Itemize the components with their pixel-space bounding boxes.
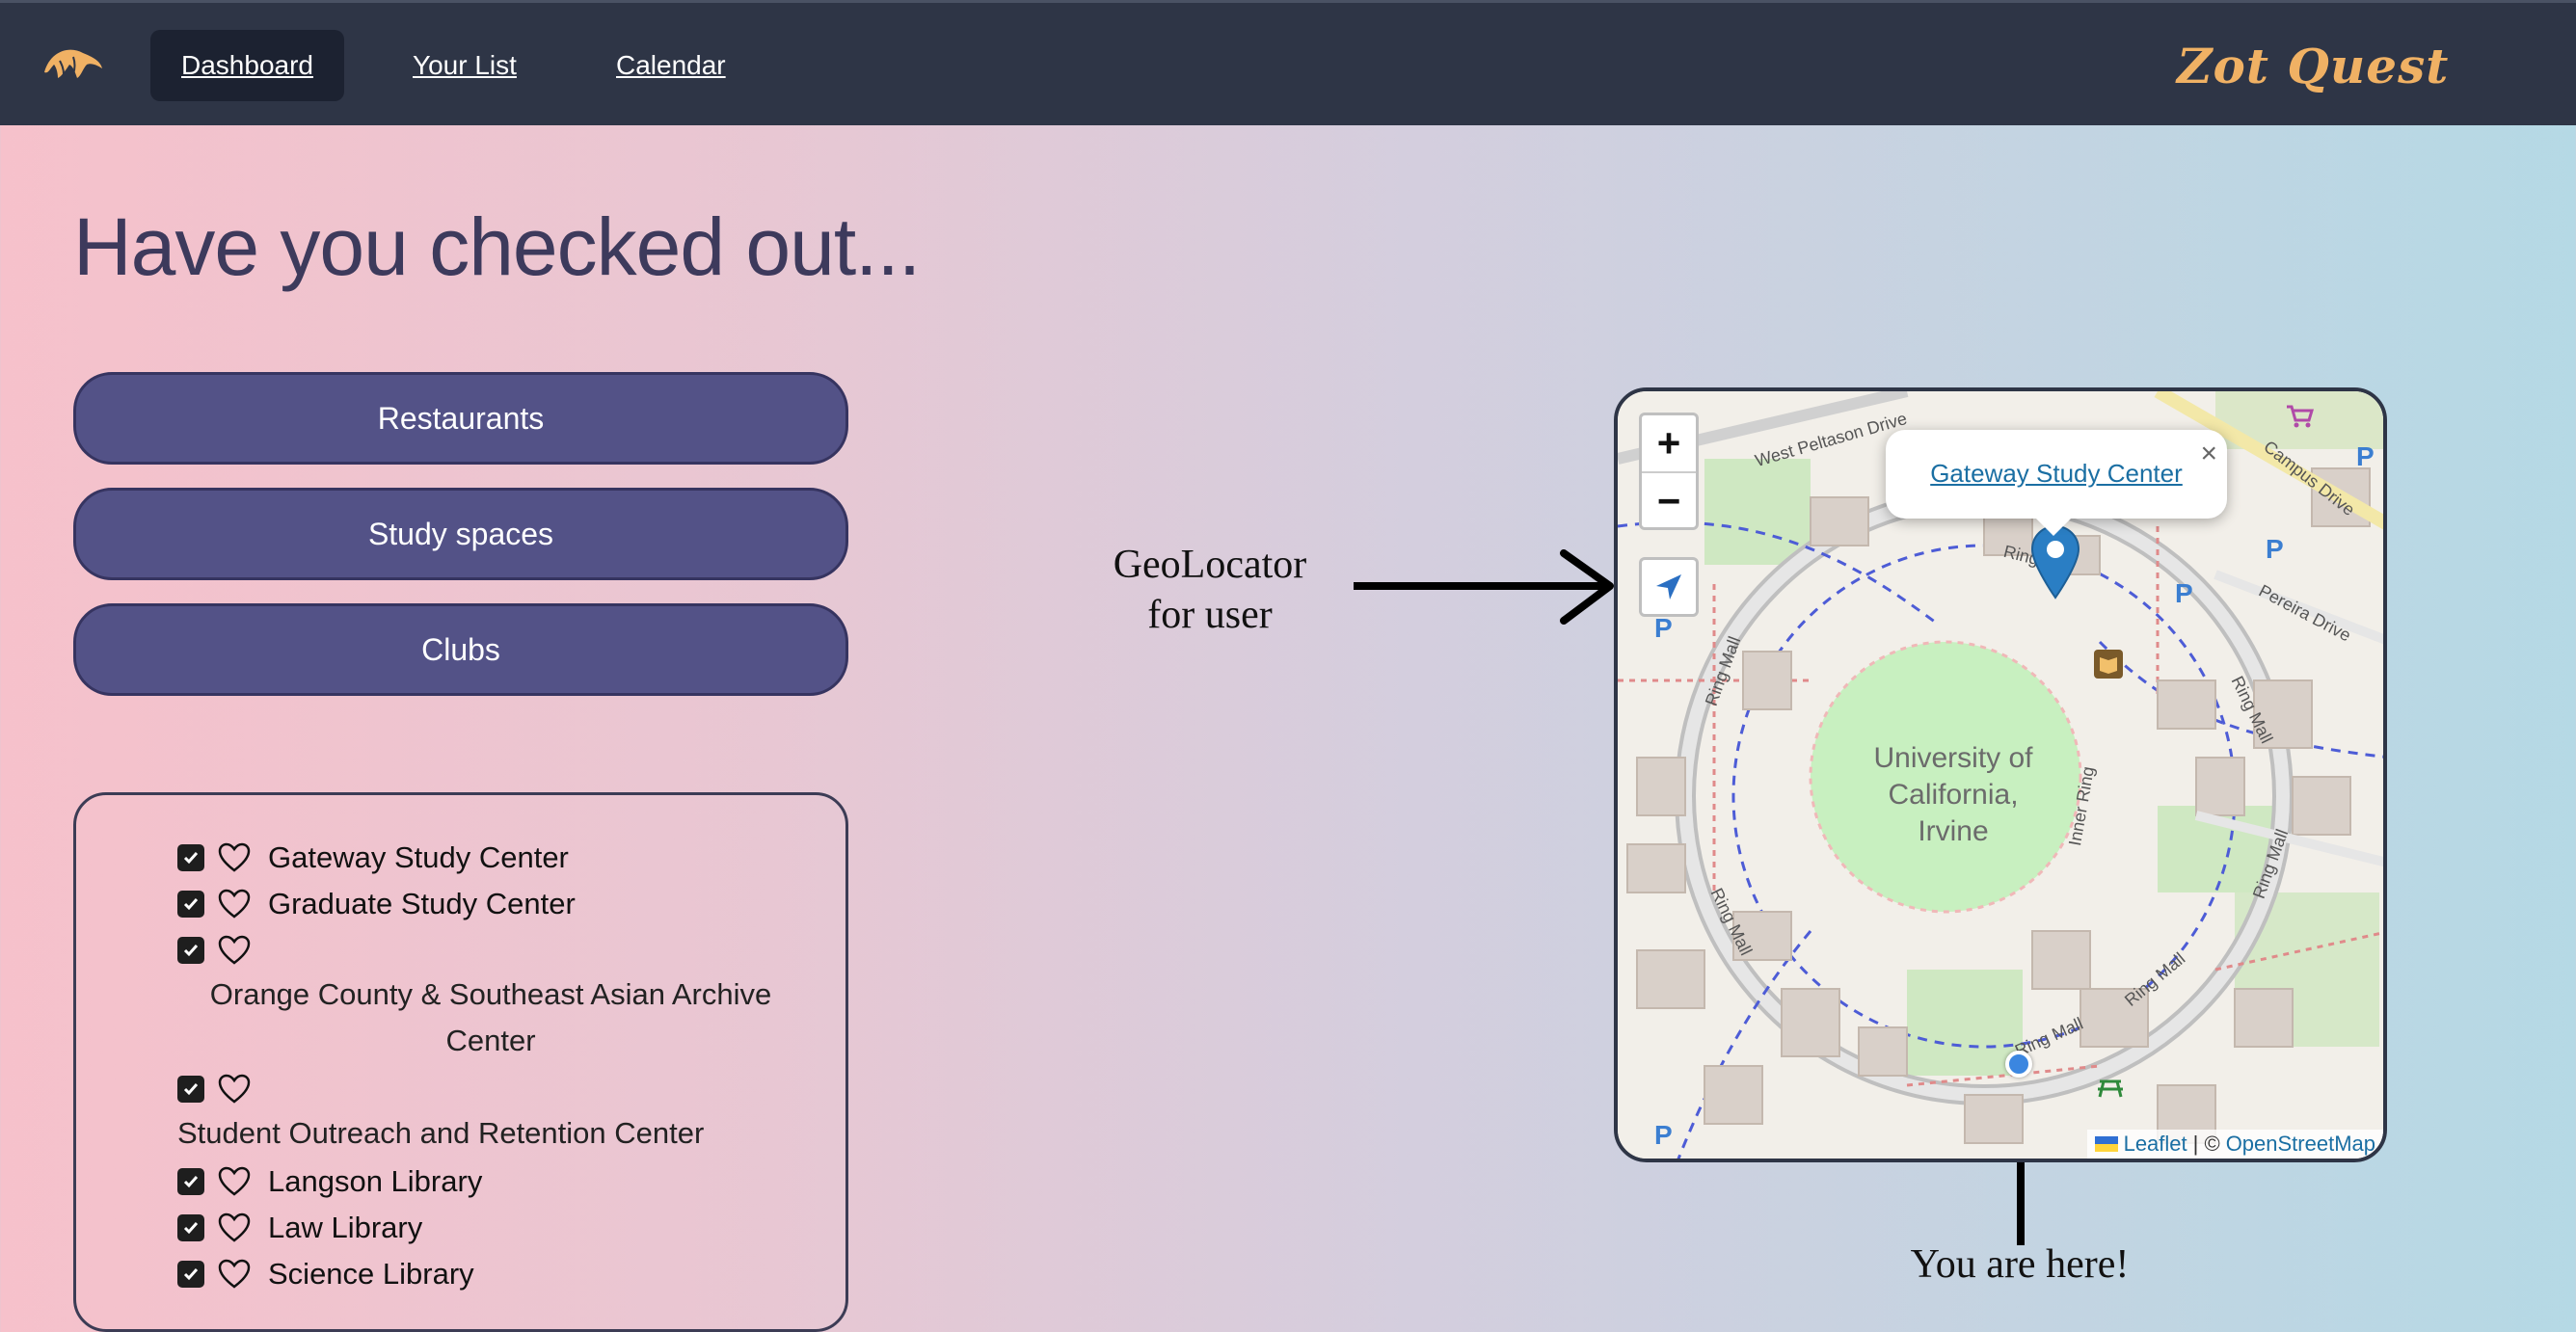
- geolocator-annotation-line2: for user: [1147, 593, 1273, 637]
- heart-icon[interactable]: [218, 1212, 251, 1243]
- list-item: [177, 927, 268, 973]
- list-item: Science Library: [177, 1251, 474, 1297]
- attribution-separator: | ©: [2192, 1132, 2220, 1156]
- checkbox-checked[interactable]: [177, 844, 204, 871]
- geolocate-button[interactable]: [1639, 557, 1699, 617]
- list-item-label-continued: Center: [445, 1024, 536, 1057]
- parking-icon: P: [1654, 613, 1673, 643]
- heart-icon[interactable]: [218, 842, 251, 873]
- zoom-in-button[interactable]: +: [1642, 415, 1696, 473]
- popup-tip: [2032, 515, 2075, 536]
- checkbox-checked[interactable]: [177, 937, 204, 964]
- clubs-button[interactable]: Clubs: [73, 603, 848, 696]
- heart-icon[interactable]: [218, 1074, 251, 1105]
- nav-your-list-link[interactable]: Your List: [382, 30, 548, 101]
- campus-label-line1: University of: [1873, 742, 2033, 774]
- list-item-label: Langson Library: [268, 1164, 483, 1198]
- map-attribution: Leaflet | © OpenStreetMap: [2086, 1130, 2383, 1159]
- ukraine-flag-icon: [2094, 1136, 2118, 1152]
- list-item: Law Library: [177, 1205, 422, 1251]
- list-item-label: Gateway Study Center: [268, 840, 569, 874]
- heart-icon[interactable]: [218, 1166, 251, 1197]
- leaflet-link[interactable]: Leaflet: [2124, 1130, 2187, 1159]
- checkbox-checked[interactable]: [177, 1261, 204, 1288]
- checkbox-checked[interactable]: [177, 1076, 204, 1103]
- list-item-label: Student Outreach and Retention Center: [177, 1116, 705, 1150]
- geolocator-annotation: GeoLocator for user: [1089, 540, 1330, 640]
- list-item: Langson Library: [177, 1159, 482, 1205]
- heart-icon[interactable]: [218, 889, 251, 919]
- checkbox-checked[interactable]: [177, 1214, 204, 1241]
- openstreetmap-link[interactable]: OpenStreetMap: [2226, 1130, 2375, 1159]
- campus-label-line3: Irvine: [1918, 815, 1989, 847]
- popup-place-link[interactable]: Gateway Study Center: [1886, 459, 2227, 489]
- anteater-logo-icon[interactable]: [40, 43, 104, 84]
- campus-label: University of California, Irvine: [1809, 740, 2098, 850]
- geolocator-annotation-line1: GeoLocator: [1113, 543, 1307, 587]
- nav-dashboard-link[interactable]: Dashboard: [150, 30, 344, 101]
- campus-label-line2: California,: [1888, 779, 2019, 811]
- parking-icon: P: [2266, 534, 2284, 564]
- nav-calendar-link[interactable]: Calendar: [585, 30, 757, 101]
- user-location-dot: [2005, 1051, 2032, 1078]
- parking-icon: P: [2356, 441, 2375, 471]
- campus-map[interactable]: University of California, Irvine West Pe…: [1614, 387, 2387, 1162]
- list-item: Graduate Study Center: [177, 881, 576, 927]
- library-icon: [2094, 650, 2123, 679]
- study-spaces-button[interactable]: Study spaces: [73, 488, 848, 580]
- top-navbar: Dashboard Your List Calendar Zot Quest: [0, 0, 2576, 125]
- list-item: Gateway Study Center: [177, 835, 569, 881]
- picnic-table-icon: [2098, 1079, 2123, 1098]
- zoom-out-button[interactable]: −: [1642, 473, 1696, 529]
- geolocator-arrow-icon: [1354, 549, 1614, 625]
- list-item-label: Graduate Study Center: [268, 887, 576, 920]
- list-item-label: Law Library: [268, 1211, 423, 1244]
- brand-title: Zot Quest: [2177, 38, 2450, 94]
- page-headline: Have you checked out...: [73, 201, 921, 292]
- you-are-here-annotation: You are here!: [1910, 1242, 2130, 1287]
- restaurants-button[interactable]: Restaurants: [73, 372, 848, 465]
- list-item-label: Orange County & Southeast Asian Archive: [209, 977, 772, 1011]
- heart-icon[interactable]: [218, 1259, 251, 1290]
- checkbox-checked[interactable]: [177, 891, 204, 918]
- shop-cart-icon: [2287, 405, 2315, 428]
- list-item: [177, 1066, 268, 1112]
- heart-icon[interactable]: [218, 935, 251, 966]
- checkbox-checked[interactable]: [177, 1168, 204, 1195]
- zoom-control: + −: [1639, 413, 1699, 530]
- parking-icon: P: [2175, 578, 2193, 608]
- location-arrow-icon: [1656, 574, 1681, 599]
- marker-popup: × Gateway Study Center: [1886, 430, 2227, 519]
- parking-icon: P: [1654, 1120, 1673, 1150]
- list-item-label: Science Library: [268, 1257, 474, 1291]
